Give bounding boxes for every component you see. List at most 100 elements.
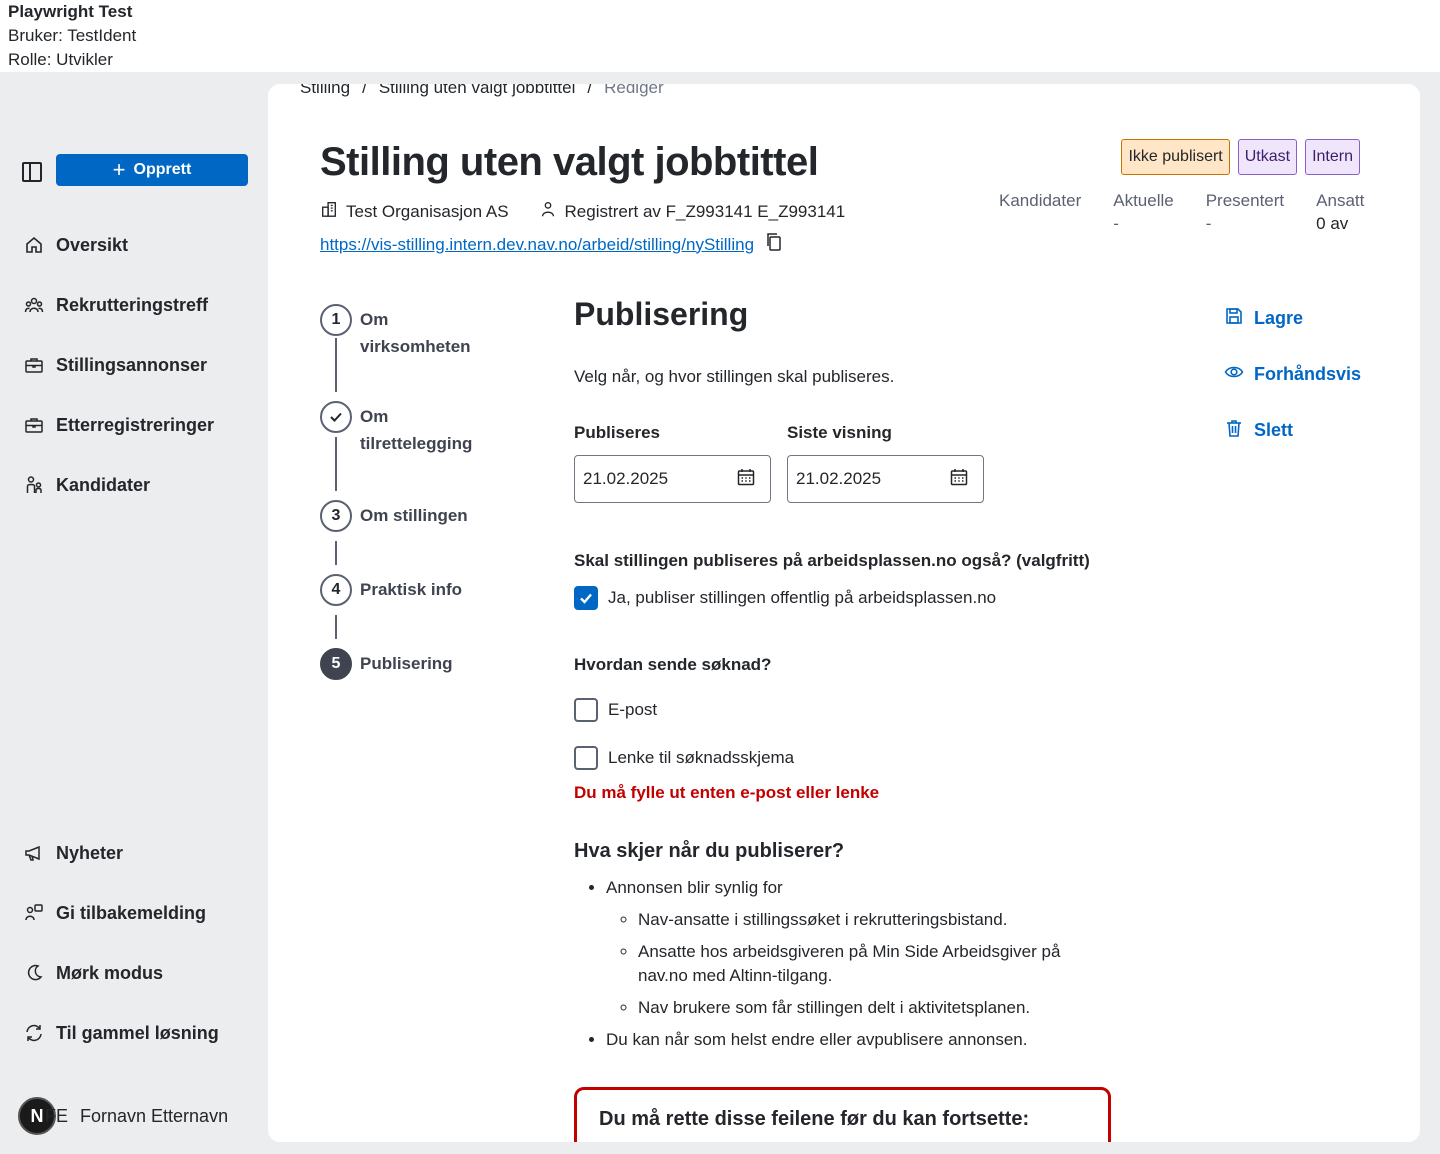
stilling-url-link[interactable]: https://vis-stilling.intern.dev.nav.no/a… — [320, 235, 754, 255]
email-checkbox-label: E-post — [608, 700, 658, 719]
preview-button[interactable]: Forhåndsvis — [1224, 362, 1361, 387]
public-checkbox-row[interactable]: Ja, publiser stillingen offentlig på arb… — [574, 586, 996, 610]
step-number: 4 — [320, 574, 352, 606]
sidebar-item-label: Til gammel løsning — [56, 1022, 219, 1043]
sidebar-item-label: Etterregistreringer — [56, 414, 215, 435]
sidebar-item-nyheter[interactable]: Nyheter — [24, 835, 254, 871]
create-button-label: Opprett — [133, 161, 192, 178]
sidebar-item-gammel-losning[interactable]: Til gammel løsning — [24, 1015, 254, 1051]
list-item: Du kan når som helst endre eller avpubli… — [606, 1028, 1114, 1052]
section-heading: Publisering — [574, 296, 749, 332]
stat-aktuelle: Aktuelle - — [1113, 191, 1173, 234]
meta-row: Test Organisasjon AS Registrert av F_Z99… — [320, 200, 845, 223]
status-badge-ikke-publisert: Ikke publisert — [1121, 139, 1230, 175]
sidebar-item-label: Stillingsannonser — [56, 354, 208, 375]
person-group-icon — [24, 475, 44, 495]
save-button-label: Lagre — [1254, 308, 1304, 328]
step-praktisk-info[interactable]: 4 Praktisk info — [320, 574, 462, 606]
stat-presentert: Presentert - — [1206, 191, 1284, 234]
sidebar-toggle-icon[interactable] — [22, 162, 42, 182]
step-label: Om — [360, 310, 389, 329]
publish-date-input[interactable]: 21.02.2025 — [574, 455, 771, 503]
sidebar-item-label: Gi tilbakemelding — [56, 902, 207, 923]
info-list: Annonsen blir synlig for Nav-ansatte i s… — [574, 876, 1114, 1060]
step-om-tilrettelegging[interactable]: Om tilrettelegging — [320, 401, 472, 457]
copy-icon[interactable] — [764, 232, 784, 257]
step-label: virksomheten — [360, 337, 471, 356]
breadcrumb-current: Rediger — [604, 84, 664, 97]
megaphone-icon — [24, 843, 44, 863]
email-checkbox-row[interactable]: E-post — [574, 698, 657, 722]
error-summary: Du må rette disse feilene før du kan for… — [574, 1087, 1111, 1142]
breadcrumb-link-stilling[interactable]: Stilling — [300, 84, 350, 98]
link-checkbox[interactable] — [574, 746, 598, 770]
building-icon — [320, 200, 338, 223]
step-number: 3 — [320, 500, 352, 532]
user-menu[interactable]: N FE Fornavn Etternavn — [18, 1097, 228, 1135]
trash-icon — [1224, 418, 1244, 443]
briefcase-icon — [24, 415, 44, 435]
save-button[interactable]: Lagre — [1224, 306, 1303, 331]
link-checkbox-label: Lenke til søknadsskjema — [608, 748, 795, 767]
public-question: Skal stillingen publiseres på arbeidspla… — [574, 551, 1090, 570]
floppy-disk-icon — [1224, 306, 1244, 331]
sidebar-item-label: Rekrutteringstreff — [56, 294, 209, 315]
step-label: tilrettelegging — [360, 434, 473, 453]
status-badge-intern: Intern — [1305, 139, 1360, 175]
sidebar-item-label: Nyheter — [56, 842, 124, 863]
email-checkbox[interactable] — [574, 698, 598, 722]
error-summary-title: Du må rette disse feilene før du kan for… — [599, 1108, 1030, 1130]
stat-value: 0 av — [1316, 214, 1349, 233]
sidebar-item-oversikt[interactable]: Oversikt — [24, 227, 254, 263]
person-icon — [539, 200, 557, 223]
create-button[interactable]: + Opprett — [56, 154, 248, 186]
last-date-input[interactable]: 21.02.2025 — [787, 455, 984, 503]
sidebar-item-label: Oversikt — [56, 234, 129, 255]
breadcrumb-separator: / — [587, 84, 593, 97]
banner-role: Rolle: Utvikler — [8, 50, 113, 69]
step-label: Om stillingen — [360, 506, 468, 525]
stat-value: - — [1205, 214, 1212, 233]
debug-banner: Playwright Test Bruker: TestIdent Rolle:… — [0, 0, 1440, 72]
delete-button[interactable]: Slett — [1224, 418, 1293, 443]
banner-user: Bruker: TestIdent — [8, 26, 137, 45]
feedback-icon — [24, 903, 44, 923]
list-item-text: Annonsen blir synlig for — [606, 878, 783, 897]
stepper-connector — [335, 615, 337, 639]
public-checkbox-label: Ja, publiser stillingen offentlig på arb… — [608, 588, 997, 607]
moon-icon — [24, 963, 44, 983]
publish-date-value: 21.02.2025 — [583, 469, 669, 488]
step-number: 1 — [320, 304, 352, 336]
status-tags: Ikke publisert Utkast Intern — [1121, 139, 1360, 175]
section-intro: Velg når, og hvor stillingen skal publis… — [574, 367, 895, 386]
registered-by: Registrert av F_Z993141 E_Z993141 — [564, 201, 846, 221]
sidebar-item-rekrutteringstreff[interactable]: Rekrutteringstreff — [24, 287, 254, 323]
last-date-label: Siste visning — [787, 423, 892, 442]
calendar-icon[interactable] — [736, 467, 756, 492]
list-item: Nav-ansatte i stillingssøket i rekrutter… — [638, 908, 1114, 932]
sidebar-item-stillingsannonser[interactable]: Stillingsannonser — [24, 347, 254, 383]
step-label: Publisering — [360, 654, 453, 673]
last-date-value: 21.02.2025 — [796, 469, 882, 488]
sidebar-item-label: Mørk modus — [56, 962, 164, 983]
stat-ansatt: Ansatt 0 av — [1316, 191, 1364, 234]
stat-label: Kandidater — [999, 191, 1082, 210]
step-om-stillingen[interactable]: 3 Om stillingen — [320, 500, 468, 532]
step-publisering[interactable]: 5 Publisering — [320, 648, 453, 680]
candidate-stats: Kandidater Aktuelle - Presentert - Ansat… — [999, 191, 1364, 234]
link-checkbox-row[interactable]: Lenke til søknadsskjema — [574, 746, 794, 770]
sidebar-item-kandidater[interactable]: Kandidater — [24, 467, 254, 503]
list-item: Annonsen blir synlig for Nav-ansatte i s… — [606, 876, 1114, 1020]
stat-label: Aktuelle — [1113, 191, 1174, 210]
list-item: Nav brukere som får stillingen delt i ak… — [638, 996, 1114, 1020]
url-row: https://vis-stilling.intern.dev.nav.no/a… — [320, 232, 784, 257]
breadcrumb-link-stilling-title[interactable]: Stilling uten valgt jobbtittel — [379, 84, 576, 98]
sidebar-item-tilbakemelding[interactable]: Gi tilbakemelding — [24, 895, 254, 931]
sidebar-item-mork-modus[interactable]: Mørk modus — [24, 955, 254, 991]
info-heading: Hva skjer når du publiserer? — [574, 840, 845, 862]
house-icon — [24, 235, 44, 255]
sidebar-item-etterregistreringer[interactable]: Etterregistreringer — [24, 407, 254, 443]
step-om-virksomheten[interactable]: 1 Om virksomheten — [320, 304, 471, 360]
calendar-icon[interactable] — [949, 467, 969, 492]
public-checkbox[interactable] — [574, 586, 598, 610]
